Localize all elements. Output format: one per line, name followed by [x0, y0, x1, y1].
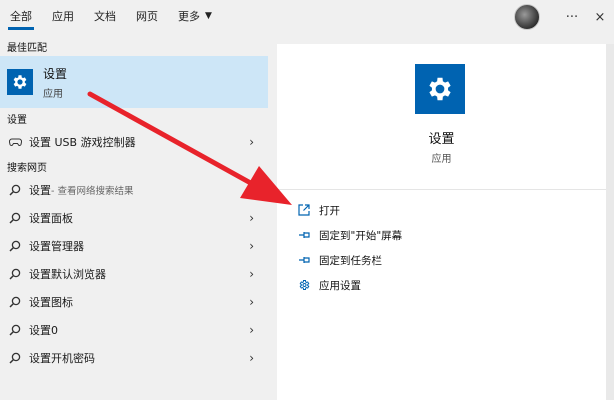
pin-icon: [297, 230, 311, 240]
search-icon: [7, 296, 23, 308]
chevron-right-icon[interactable]: ›: [249, 267, 254, 281]
search-icon: [7, 268, 23, 280]
action-app-settings[interactable]: 应用设置: [297, 274, 361, 296]
web-result-label: 设置面板: [29, 212, 73, 225]
web-result-item[interactable]: 设置开机密码 ›: [0, 344, 268, 372]
detail-panel: 设置 应用 打开 固定到"开始"屏幕 固定到任务栏 应用设置: [277, 44, 606, 400]
window-controls: ··· ×: [514, 4, 614, 30]
avatar[interactable]: [514, 4, 540, 30]
action-pin-start[interactable]: 固定到"开始"屏幕: [297, 224, 402, 246]
settings-gear-icon: [415, 64, 465, 114]
tab-documents[interactable]: 文档: [84, 0, 126, 32]
web-result-item[interactable]: 设置图标 ›: [0, 288, 268, 316]
open-icon: [297, 204, 311, 216]
chevron-right-icon[interactable]: ›: [249, 135, 254, 149]
web-section-header: 搜索网页: [7, 162, 47, 174]
settings-section-header: 设置: [7, 114, 27, 126]
web-result-label: 设置: [29, 184, 51, 197]
tab-apps[interactable]: 应用: [42, 0, 84, 32]
chevron-right-icon[interactable]: ›: [249, 183, 254, 197]
web-result-item[interactable]: 设置 - 查看网络搜索结果 ›: [0, 176, 268, 204]
web-result-item[interactable]: 设置管理器 ›: [0, 232, 268, 260]
chevron-down-icon: ▼: [205, 11, 212, 21]
tab-more[interactable]: 更多 ▼: [168, 0, 222, 32]
web-result-label: 设置默认浏览器: [29, 268, 106, 281]
web-result-item[interactable]: 设置默认浏览器 ›: [0, 260, 268, 288]
action-open[interactable]: 打开: [297, 199, 340, 221]
web-result-label: 设置开机密码: [29, 352, 95, 365]
web-result-label: 设置图标: [29, 296, 73, 309]
chevron-right-icon[interactable]: ›: [249, 211, 254, 225]
search-icon: [7, 212, 23, 224]
chevron-right-icon[interactable]: ›: [249, 351, 254, 365]
chevron-right-icon[interactable]: ›: [249, 239, 254, 253]
search-icon: [7, 240, 23, 252]
web-result-label: 设置管理器: [29, 240, 84, 253]
best-match-subtitle: 应用: [43, 88, 63, 100]
settings-gear-icon: [7, 69, 33, 95]
gear-icon: [297, 279, 311, 291]
best-match-header: 最佳匹配: [7, 42, 47, 54]
detail-subtitle: 应用: [431, 154, 452, 165]
chevron-right-icon[interactable]: ›: [249, 323, 254, 337]
best-match-item[interactable]: 设置 应用: [0, 56, 268, 108]
web-result-item[interactable]: 设置0 ›: [0, 316, 268, 344]
tab-all[interactable]: 全部: [0, 0, 42, 32]
search-icon: [7, 352, 23, 364]
results-list: 最佳匹配 设置 应用 设置 设置 USB 游戏控制器 › 搜索网页 设置 - 查…: [0, 36, 268, 400]
search-icon: [7, 184, 23, 196]
pin-icon: [297, 255, 311, 265]
chevron-right-icon[interactable]: ›: [249, 295, 254, 309]
web-result-item[interactable]: 设置面板 ›: [0, 204, 268, 232]
action-pin-taskbar[interactable]: 固定到任务栏: [297, 249, 382, 271]
panel-edge: [606, 44, 614, 400]
search-scope-tabs: 全部 应用 文档 网页 更多 ▼ ··· ×: [0, 0, 614, 36]
close-button[interactable]: ×: [586, 4, 614, 30]
settings-result-label: 设置 USB 游戏控制器: [29, 136, 136, 149]
gamepad-icon: [7, 137, 23, 147]
tab-web[interactable]: 网页: [126, 0, 168, 32]
detail-title: 设置: [428, 132, 455, 147]
settings-result-usb[interactable]: 设置 USB 游戏控制器 ›: [0, 128, 268, 156]
search-icon: [7, 324, 23, 336]
more-options-button[interactable]: ···: [558, 4, 586, 30]
web-result-sub: - 查看网络搜索结果: [51, 186, 134, 197]
web-result-label: 设置0: [29, 324, 58, 337]
divider: [277, 189, 606, 190]
best-match-title: 设置: [43, 66, 68, 81]
